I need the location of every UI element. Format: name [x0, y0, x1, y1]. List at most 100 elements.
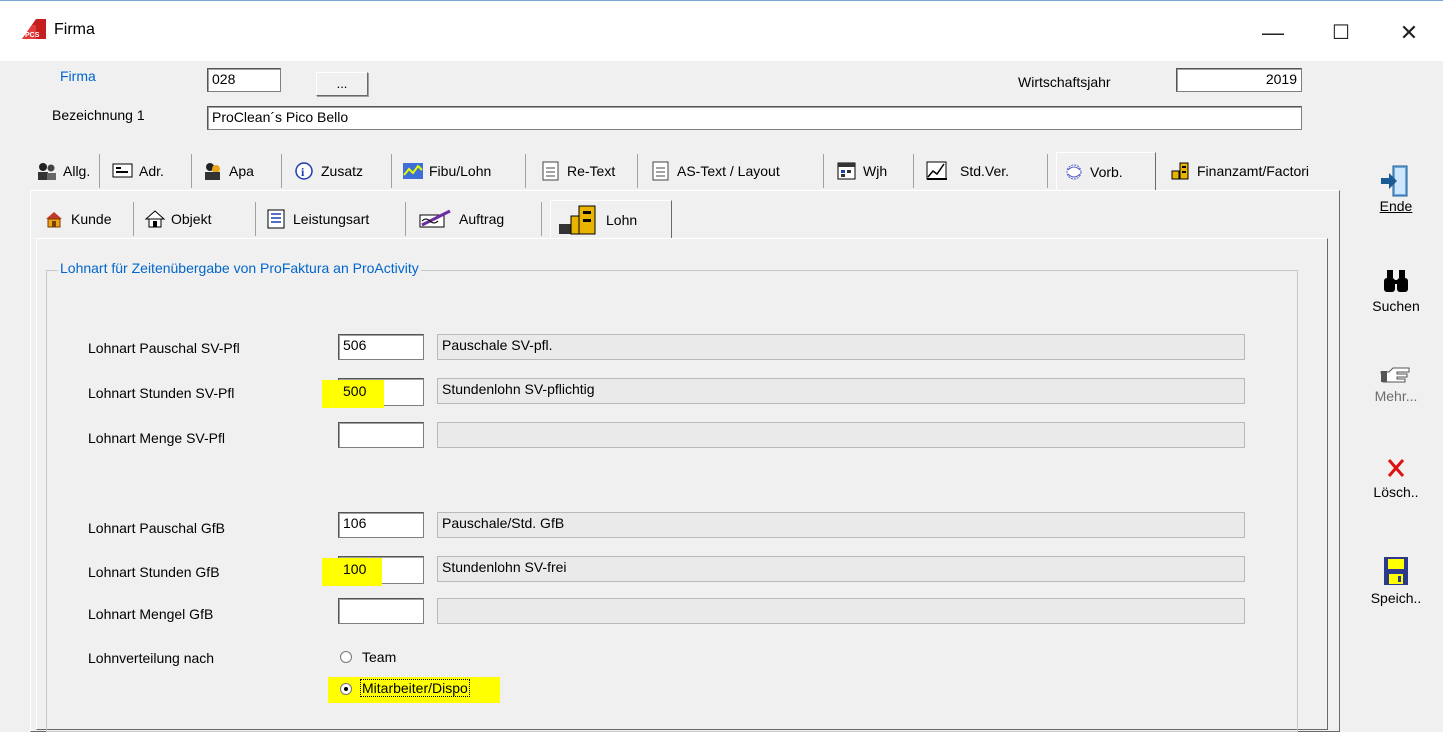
mehr-label: Mehr...	[1374, 388, 1418, 404]
lohnart-code-field[interactable]: 106	[338, 512, 424, 538]
subtab-label: Objekt	[171, 211, 212, 227]
order-pen-icon	[418, 209, 454, 229]
row-label: Lohnart Menge SV-Pfl	[88, 430, 225, 446]
minimize-button[interactable]: —	[1250, 13, 1296, 53]
radio-mitarbeiter-dispo[interactable]	[340, 683, 352, 695]
payroll-blocks-icon	[557, 204, 601, 236]
close-button[interactable]: ✕	[1386, 13, 1432, 53]
highlighted-code-text: 100	[343, 561, 367, 577]
lohnverteilung-label: Lohnverteilung nach	[88, 650, 215, 666]
subtab-auftrag[interactable]: Auftrag	[412, 202, 542, 236]
title-bar: PCS Firma — ☐ ✕	[0, 0, 1443, 61]
tab-label: Apa	[229, 163, 254, 179]
radio-team-label[interactable]: Team	[362, 649, 396, 665]
document-lines-icon	[650, 161, 672, 181]
subtab-label: Leistungsart	[293, 211, 370, 227]
loesch-button[interactable]: Lösch..	[1356, 454, 1436, 500]
wirtschaftsjahr-field[interactable]: 2019	[1176, 68, 1302, 92]
tab-std-ver[interactable]: Std.Ver.	[920, 154, 1048, 188]
bezeichnung-field[interactable]: ProClean´s Pico Bello	[207, 106, 1302, 130]
subtab-label: Auftrag	[459, 211, 505, 227]
lohnart-description: Pauschale/Std. GfB	[437, 512, 1245, 538]
house-icon	[144, 209, 166, 229]
subtab-leistungsart[interactable]: Leistungsart	[260, 202, 406, 236]
delete-x-icon	[1379, 454, 1413, 484]
tab-label: Re-Text	[567, 163, 616, 179]
svg-text:PCS: PCS	[25, 32, 40, 39]
row-label: Lohnart Stunden GfB	[88, 564, 220, 580]
ende-label: Ende	[1379, 198, 1413, 214]
tab-re-text[interactable]: Re-Text	[534, 154, 638, 188]
suchen-button[interactable]: Suchen	[1356, 268, 1436, 314]
tab-finanzamt[interactable]: Finanzamt/Factori	[1164, 154, 1340, 188]
tab-label: Vorb.	[1090, 163, 1123, 180]
tab-label: Allg.	[63, 163, 91, 179]
ende-button[interactable]: Ende	[1356, 164, 1436, 214]
suchen-label: Suchen	[1372, 298, 1420, 314]
subtab-objekt[interactable]: Objekt	[138, 202, 256, 236]
speich-label: Speich..	[1370, 590, 1422, 606]
tab-label: Adr.	[139, 163, 164, 179]
speich-button[interactable]: Speich..	[1356, 554, 1436, 606]
subtab-label: Lohn	[606, 211, 638, 228]
subtab-kunde[interactable]: Kunde	[38, 202, 134, 236]
firma-code-field[interactable]: 028	[207, 68, 281, 92]
save-disk-icon	[1379, 554, 1413, 590]
tab-label: AS-Text / Layout	[677, 163, 780, 179]
lohnart-description	[437, 422, 1245, 448]
tab-zusatz[interactable]: i Zusatz	[288, 154, 392, 188]
tab-allg[interactable]: Allg.	[30, 154, 100, 188]
people-icon	[36, 161, 58, 181]
subtab-lohn[interactable]: Lohn	[550, 200, 672, 238]
globe-icon	[1063, 162, 1085, 182]
tab-label: Fibu/Lohn	[429, 163, 492, 179]
mehr-button[interactable]: Mehr...	[1356, 362, 1436, 404]
app-logo-icon: PCS	[22, 19, 46, 39]
sub-tab-bar: Kunde Objekt Leistungsart Auftrag Lohn	[38, 200, 678, 238]
lohnart-code-field[interactable]: 506	[338, 334, 424, 360]
info-icon: i	[294, 161, 316, 181]
main-tab-bar: Allg. Adr. Apa i Zusatz Fibu/Lohn Re-Tex…	[30, 152, 1340, 190]
tab-label: Zusatz	[321, 163, 364, 179]
contact-people-icon	[202, 161, 224, 181]
highlighted-code-text: 500	[343, 383, 367, 399]
wirtschaftsjahr-label: Wirtschaftsjahr	[1018, 74, 1111, 90]
lohnart-description: Stundenlohn SV-pflichtig	[437, 378, 1245, 404]
bezeichnung-label: Bezeichnung 1	[52, 107, 145, 123]
document-lines-icon	[540, 161, 562, 181]
row-label: Lohnart Pauschal SV-Pfl	[88, 340, 240, 356]
binoculars-icon	[1379, 268, 1413, 298]
lohnart-description: Stundenlohn SV-frei	[437, 556, 1245, 582]
tab-adr[interactable]: Adr.	[106, 154, 192, 188]
lohnart-code-field[interactable]	[338, 598, 424, 624]
subtab-label: Kunde	[71, 211, 112, 227]
tab-apa[interactable]: Apa	[196, 154, 282, 188]
radio-team[interactable]	[340, 651, 352, 663]
chart-icon	[402, 161, 424, 181]
tab-as-text-layout[interactable]: AS-Text / Layout	[644, 154, 824, 188]
list-icon	[266, 209, 288, 229]
lohnart-description	[437, 598, 1245, 624]
row-label: Lohnart Mengel GfB	[88, 606, 214, 622]
calendar-icon	[836, 161, 858, 181]
window-title: Firma	[54, 21, 95, 38]
lohnart-code-field[interactable]	[338, 422, 424, 448]
customer-house-icon	[44, 209, 66, 229]
firma-browse-button[interactable]: ...	[316, 72, 368, 96]
tab-wjh[interactable]: Wjh	[830, 154, 914, 188]
graph-paper-icon	[926, 161, 948, 181]
radio-mitarbeiter-dispo-label[interactable]: Mitarbeiter/Dispo	[360, 679, 470, 697]
tab-label: Finanzamt/Factori	[1197, 163, 1310, 179]
lohnart-group-title: Lohnart für Zeitenübergabe von ProFaktur…	[58, 260, 421, 276]
row-label: Lohnart Stunden SV-Pfl	[88, 385, 235, 401]
address-card-icon	[112, 161, 134, 181]
firma-label[interactable]: Firma	[60, 68, 96, 84]
tab-vorb[interactable]: Vorb.	[1056, 152, 1156, 190]
maximize-button[interactable]: ☐	[1318, 13, 1364, 53]
pointing-hand-icon	[1379, 362, 1413, 388]
lohnart-description: Pauschale SV-pfl.	[437, 334, 1245, 360]
tab-fibu-lohn[interactable]: Fibu/Lohn	[396, 154, 526, 188]
tab-label: Std.Ver.	[960, 163, 1010, 179]
building-blocks-icon	[1170, 161, 1192, 181]
loesch-label: Lösch..	[1373, 484, 1419, 500]
